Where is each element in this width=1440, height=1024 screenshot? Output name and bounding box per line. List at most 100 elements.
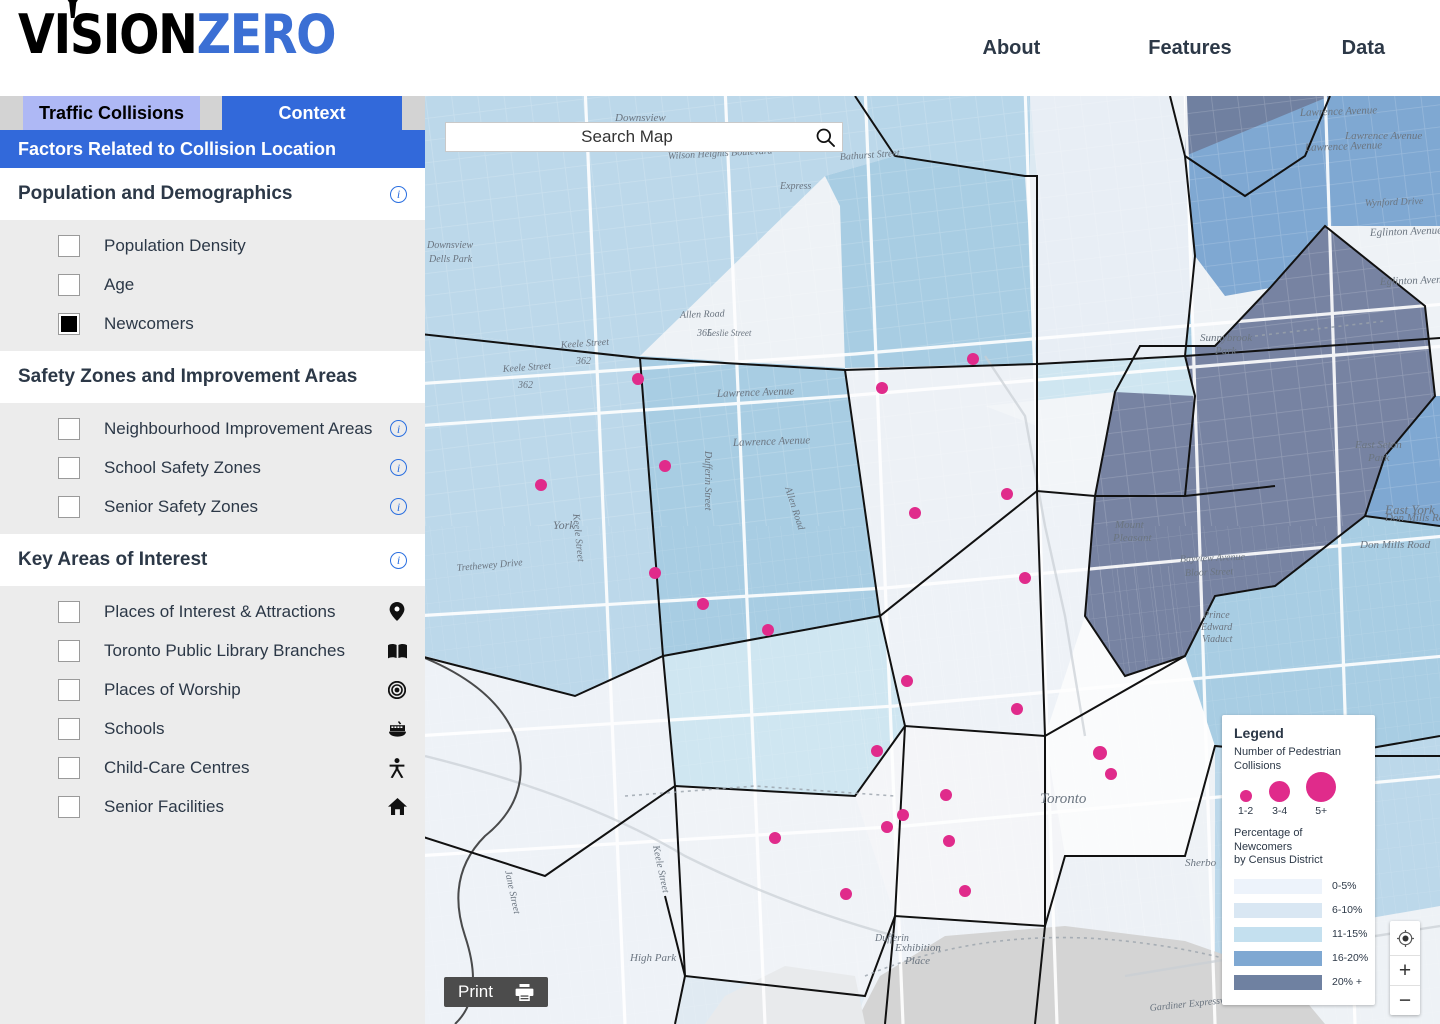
info-icon[interactable]: i xyxy=(390,459,407,476)
collision-dot[interactable] xyxy=(649,567,661,579)
collision-dot[interactable] xyxy=(901,675,913,687)
checkbox-population-density[interactable] xyxy=(58,234,80,257)
collision-dot[interactable] xyxy=(1019,572,1031,584)
filter-row-senior-safety-zones[interactable]: Senior Safety Zones i xyxy=(0,487,425,526)
collision-dot[interactable] xyxy=(881,821,893,833)
collision-dot[interactable] xyxy=(769,832,781,844)
collision-dot[interactable] xyxy=(697,598,709,610)
bullseye-icon xyxy=(387,679,407,701)
checkbox-newcomers[interactable] xyxy=(58,312,80,335)
bubble-label: 3-4 xyxy=(1272,804,1288,817)
search-bar[interactable] xyxy=(445,122,843,152)
swatch-0-5 xyxy=(1234,878,1322,894)
collision-dot[interactable] xyxy=(762,624,774,636)
swatch-label: 11-15% xyxy=(1332,928,1368,940)
checkbox-age[interactable] xyxy=(58,273,80,296)
nav-item-features[interactable]: Features xyxy=(1136,31,1243,66)
map-label: Place xyxy=(904,955,930,967)
nav-item-about[interactable]: About xyxy=(971,31,1053,66)
swatch-label: 0-5% xyxy=(1332,880,1357,892)
map-label: Prince xyxy=(1202,610,1230,621)
vision-zero-logo[interactable]: VISION ZERO xyxy=(18,0,379,66)
zoom-in-button[interactable]: + xyxy=(1390,955,1420,985)
filter-label: Senior Facilities xyxy=(104,796,224,816)
map-label: Dells Park xyxy=(428,254,473,265)
collision-dot[interactable] xyxy=(840,888,852,900)
checkbox-senior-facilities[interactable] xyxy=(58,795,80,818)
map-label: High Park xyxy=(629,952,677,964)
legend-bubble-item: 5+ xyxy=(1306,771,1337,817)
tab-traffic-collisions[interactable]: Traffic Collisions xyxy=(23,96,200,130)
legend-swatch-row: 6-10% xyxy=(1234,898,1363,922)
checkbox-toronto-public-library-branches[interactable] xyxy=(58,639,80,662)
map-canvas[interactable]: Downsview Downsview Dells Park Wilson Heigh… xyxy=(425,96,1440,1024)
filter-label: Child-Care Centres xyxy=(104,757,250,777)
collision-dot[interactable] xyxy=(1093,746,1107,760)
collision-dot[interactable] xyxy=(897,809,909,821)
checkbox-child-care-centres[interactable] xyxy=(58,756,80,779)
collision-dot[interactable] xyxy=(1011,703,1023,715)
collision-dot[interactable] xyxy=(535,479,547,491)
checkbox-school-safety-zones[interactable] xyxy=(58,456,80,479)
map-label: Wynford Drive xyxy=(1365,196,1424,209)
site-header: VISION ZERO About Features Data xyxy=(0,0,1440,96)
collision-dot[interactable] xyxy=(632,373,644,385)
filter-label: Neighbourhood Improvement Areas xyxy=(104,418,373,438)
filter-row-toronto-public-library-branches[interactable]: Toronto Public Library Branches xyxy=(0,631,425,670)
section-title: Population and Demographics xyxy=(18,183,293,204)
locate-button[interactable] xyxy=(1390,921,1420,955)
info-icon[interactable]: i xyxy=(390,498,407,515)
filter-row-child-care-centres[interactable]: Child-Care Centres xyxy=(0,748,425,787)
filter-row-places-of-worship[interactable]: Places of Worship xyxy=(0,670,425,709)
collision-dot[interactable] xyxy=(871,745,883,757)
checkbox-places-of-interest-attractions[interactable] xyxy=(58,600,80,623)
search-input[interactable] xyxy=(446,127,808,147)
collision-dot[interactable] xyxy=(909,507,921,519)
info-icon[interactable]: i xyxy=(390,185,407,203)
map-label: Express xyxy=(779,181,811,192)
zoom-out-button[interactable]: − xyxy=(1390,985,1420,1015)
tab-context[interactable]: Context xyxy=(222,96,402,130)
checkbox-neighbourhood-improvement-areas[interactable] xyxy=(58,417,80,440)
filter-label: Places of Worship xyxy=(104,679,241,699)
section-header-safety-zones-and-improvement-areas: Safety Zones and Improvement Areas xyxy=(0,351,425,403)
collision-dot[interactable] xyxy=(659,460,671,472)
bubble-label: 1-2 xyxy=(1238,804,1254,817)
checkbox-senior-safety-zones[interactable] xyxy=(58,495,80,518)
filter-label: Toronto Public Library Branches xyxy=(104,640,345,660)
collision-dot[interactable] xyxy=(1001,488,1013,500)
filter-row-population-density[interactable]: Population Density xyxy=(0,226,425,265)
collision-dot[interactable] xyxy=(943,835,955,847)
print-label: Print xyxy=(458,982,493,1001)
filter-label: Newcomers xyxy=(104,313,194,333)
filter-row-age[interactable]: Age xyxy=(0,265,425,304)
filter-row-newcomers[interactable]: Newcomers xyxy=(0,304,425,343)
filter-row-senior-facilities[interactable]: Senior Facilities xyxy=(0,787,425,826)
section-title: Safety Zones and Improvement Areas xyxy=(18,366,358,387)
filter-label: Places of Interest & Attractions xyxy=(104,601,336,621)
logo-vision-text: VISION xyxy=(18,3,198,66)
collision-dot[interactable] xyxy=(876,382,888,394)
swatch-6-10 xyxy=(1234,902,1322,918)
collision-dot[interactable] xyxy=(959,885,971,897)
filter-row-neighbourhood-improvement-areas[interactable]: Neighbourhood Improvement Areas i xyxy=(0,409,425,448)
print-button[interactable]: Print xyxy=(444,977,548,1007)
info-icon[interactable]: i xyxy=(390,551,407,569)
collision-dot[interactable] xyxy=(940,789,952,801)
filter-row-school-safety-zones[interactable]: School Safety Zones i xyxy=(0,448,425,487)
collision-dot[interactable] xyxy=(967,353,979,365)
map-label: Park xyxy=(1367,452,1391,464)
swatch-label: 6-10% xyxy=(1332,904,1363,916)
checkbox-places-of-worship[interactable] xyxy=(58,678,80,701)
info-icon[interactable]: i xyxy=(390,420,407,437)
checkbox-schools[interactable] xyxy=(58,717,80,740)
search-button[interactable] xyxy=(808,123,842,151)
nav-item-data[interactable]: Data xyxy=(1330,31,1397,66)
map-controls: + − xyxy=(1390,921,1420,1015)
map-label: York xyxy=(553,518,575,532)
filter-row-schools[interactable]: Schools xyxy=(0,709,425,748)
collision-dot[interactable] xyxy=(1105,768,1117,780)
filter-row-places-of-interest-attractions[interactable]: Places of Interest & Attractions xyxy=(0,592,425,631)
bubble-swatch-small xyxy=(1239,789,1252,802)
panel-title: Factors Related to Collision Location xyxy=(0,130,425,168)
